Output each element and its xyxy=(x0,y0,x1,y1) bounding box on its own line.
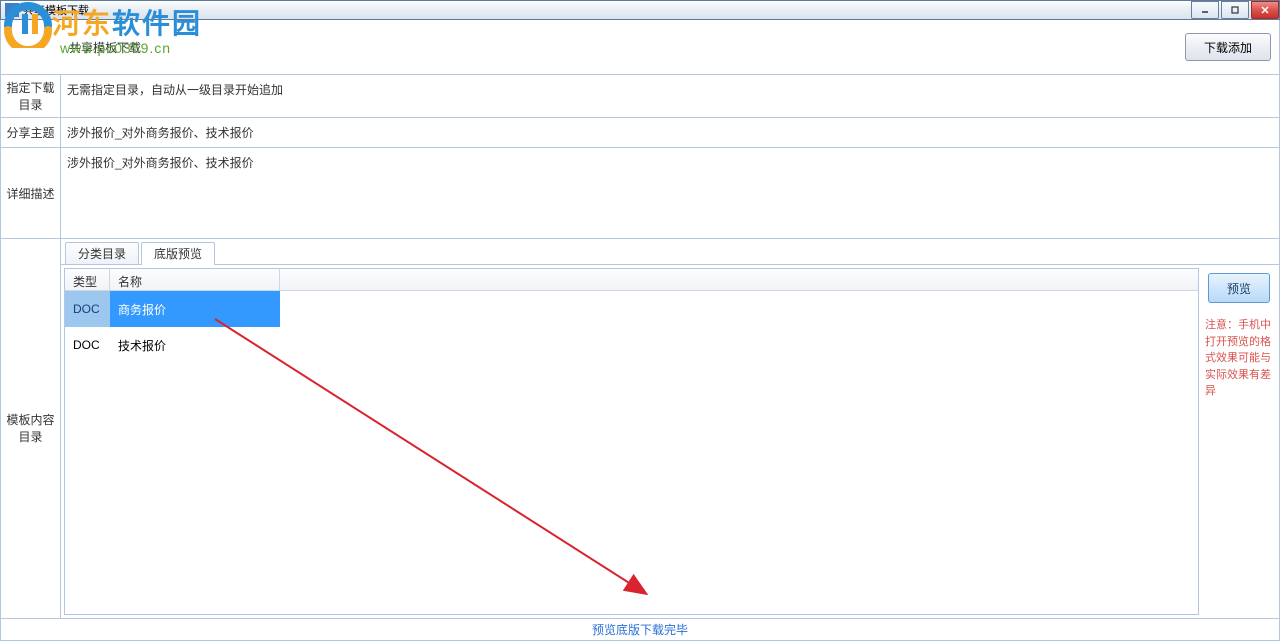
toolbar: 共享模板下载 下载添加 xyxy=(0,20,1280,75)
field-value: 涉外报价_对外商务报价、技术报价 xyxy=(61,148,1279,238)
cell-type: DOC xyxy=(65,291,110,327)
fields-panel: 指定下载目录 无需指定目录，自动从一级目录开始追加 分享主题 涉外报价_对外商务… xyxy=(0,75,1280,239)
template-content-panel: 模板内容目录 分类目录 底版预览 类型 名称 DOC 商务报价 DOC xyxy=(0,239,1280,619)
field-value: 涉外报价_对外商务报价、技术报价 xyxy=(61,118,1279,147)
field-share-topic: 分享主题 涉外报价_对外商务报价、技术报价 xyxy=(1,118,1279,148)
grid-body: DOC 商务报价 DOC 技术报价 xyxy=(65,291,1198,614)
column-header-type[interactable]: 类型 xyxy=(65,269,110,290)
side-panel: 预览 注意：手机中打开预览的格式效果可能与实际效果有差异 xyxy=(1199,265,1279,618)
field-value: 无需指定目录，自动从一级目录开始追加 xyxy=(61,75,1279,117)
field-label: 详细描述 xyxy=(1,148,61,238)
window-titlebar: 共享模板下载 xyxy=(0,0,1280,20)
minimize-button[interactable] xyxy=(1191,1,1219,19)
status-text: 预览底版下载完毕 xyxy=(592,621,688,638)
download-add-button[interactable]: 下载添加 xyxy=(1185,33,1271,61)
field-label: 分享主题 xyxy=(1,118,61,147)
tab-catalog[interactable]: 分类目录 xyxy=(65,242,139,265)
column-header-name[interactable]: 名称 xyxy=(110,269,280,290)
table-row[interactable]: DOC 技术报价 xyxy=(65,327,1198,363)
preview-warning: 注意：手机中打开预览的格式效果可能与实际效果有差异 xyxy=(1205,317,1273,400)
cell-name: 技术报价 xyxy=(110,337,280,354)
close-button[interactable] xyxy=(1251,1,1279,19)
column-header-blank xyxy=(280,269,1198,290)
maximize-button[interactable] xyxy=(1221,1,1249,19)
cell-name: 商务报价 xyxy=(110,291,280,327)
app-icon xyxy=(5,3,19,17)
tab-baseplate-preview[interactable]: 底版预览 xyxy=(141,242,215,265)
cell-type: DOC xyxy=(65,338,110,352)
grid-header: 类型 名称 xyxy=(65,269,1198,291)
toolbar-title: 共享模板下载 xyxy=(69,39,141,56)
template-grid: 类型 名称 DOC 商务报价 DOC 技术报价 xyxy=(64,268,1199,615)
field-label: 指定下载目录 xyxy=(1,75,61,117)
preview-button[interactable]: 预览 xyxy=(1208,273,1270,303)
status-bar: 预览底版下载完毕 xyxy=(0,619,1280,641)
tabs: 分类目录 底版预览 xyxy=(61,239,1279,265)
field-detail-desc: 详细描述 涉外报价_对外商务报价、技术报价 xyxy=(1,148,1279,238)
window-title: 共享模板下载 xyxy=(23,2,89,18)
content-label: 模板内容目录 xyxy=(1,239,61,618)
field-download-dir: 指定下载目录 无需指定目录，自动从一级目录开始追加 xyxy=(1,75,1279,118)
table-row[interactable]: DOC 商务报价 xyxy=(65,291,1198,327)
